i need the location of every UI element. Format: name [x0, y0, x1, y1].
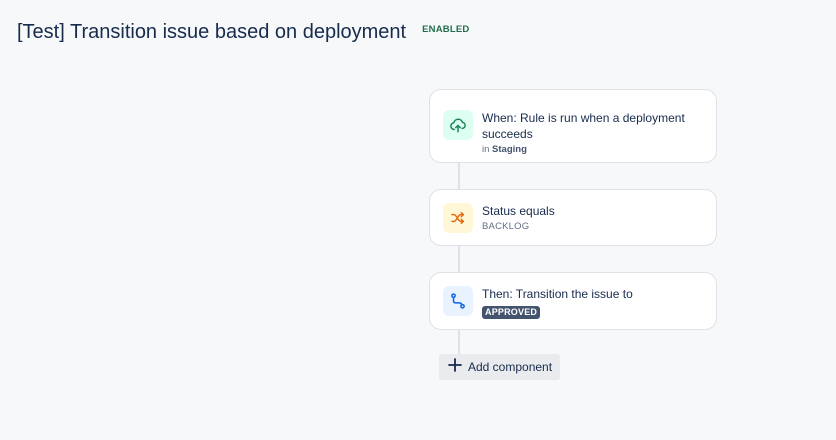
trigger-title-line2: succeeds: [482, 127, 533, 141]
action-card[interactable]: Then: Transition the issue to APPROVED: [429, 272, 717, 330]
rule-header: [Test] Transition issue based on deploym…: [17, 20, 469, 44]
flow-connector: [458, 163, 460, 189]
action-text: Then: Transition the issue to APPROVED: [482, 286, 633, 320]
condition-card[interactable]: Status equals BACKLOG: [429, 189, 717, 246]
rule-title: [Test] Transition issue based on deploym…: [17, 21, 407, 43]
flow-connector: [458, 330, 460, 356]
transition-icon: [443, 286, 473, 316]
add-component-button[interactable]: Add component: [439, 354, 560, 380]
trigger-card[interactable]: When: Rule is run when a deployment succ…: [429, 89, 717, 163]
status-lozenge: APPROVED: [482, 306, 541, 319]
trigger-environment-value: Staging: [492, 144, 527, 155]
plus-icon: [448, 357, 462, 377]
add-component-label: Add component: [468, 360, 553, 374]
flow-connector: [458, 246, 460, 272]
condition-text: Status equals BACKLOG: [482, 203, 555, 233]
action-title: Then: Transition the issue to: [482, 287, 633, 301]
rule-flow: When: Rule is run when a deployment succ…: [429, 89, 717, 356]
shuffle-icon: [443, 203, 473, 233]
condition-title: Status equals: [482, 204, 555, 218]
trigger-environment: in Staging: [482, 143, 685, 156]
trigger-text: When: Rule is run when a deployment succ…: [482, 110, 685, 156]
trigger-environment-prefix: in: [482, 144, 490, 155]
status-badge: ENABLED: [422, 24, 470, 35]
trigger-title-line1: When: Rule is run when a deployment: [482, 111, 685, 125]
cloud-upload-icon: [443, 110, 473, 140]
condition-value: BACKLOG: [482, 221, 530, 232]
